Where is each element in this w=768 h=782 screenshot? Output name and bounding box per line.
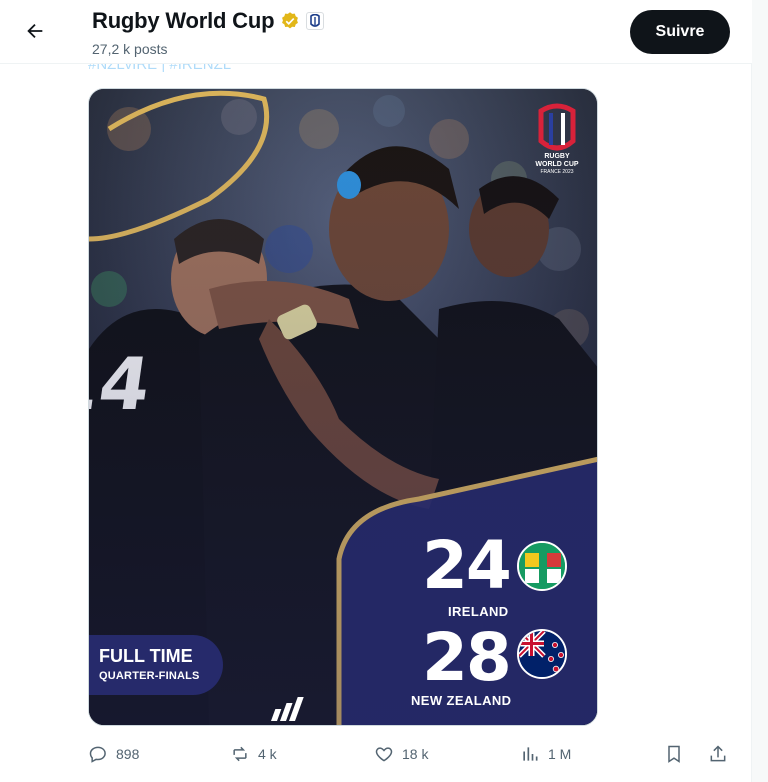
post-page: Rugby World Cup 27,2 k posts Suivre #NZL…	[0, 0, 752, 782]
new-zealand-score: 28	[422, 619, 512, 696]
like-count: 18 k	[402, 746, 429, 762]
full-time-label: FULL TIME	[99, 646, 193, 666]
reply-button[interactable]: 898	[88, 736, 139, 772]
profile-title-row: Rugby World Cup	[92, 8, 325, 34]
bookmark-icon	[668, 745, 680, 763]
like-button[interactable]: 18 k	[374, 736, 428, 772]
ireland-label: IRELAND	[448, 604, 509, 619]
repost-button[interactable]: 4 k	[230, 736, 277, 772]
rugby-logo-icon[interactable]	[306, 12, 325, 30]
logo-line-3: FRANCE 2023	[540, 169, 574, 175]
players-photo: 14	[89, 89, 597, 725]
follow-button[interactable]: Suivre	[630, 10, 730, 54]
new-zealand-label: NEW ZEALAND	[411, 693, 512, 708]
arrow-left-icon	[27, 23, 43, 39]
bookmark-button[interactable]	[664, 736, 684, 772]
stage-label: QUARTER-FINALS	[99, 670, 200, 682]
views-icon	[523, 747, 538, 761]
post-actions: 898 4 k 18 k 1 M	[88, 736, 740, 772]
posts-count: 27,2 k posts	[92, 41, 168, 57]
profile-header: Rugby World Cup 27,2 k posts Suivre	[0, 0, 752, 64]
logo-line-2: WORLD CUP	[535, 161, 579, 168]
views-button[interactable]: 1 M	[520, 736, 571, 772]
rwc-logo: RUGBY WORLD CUP FRANCE 2023	[527, 153, 587, 176]
account-name[interactable]: Rugby World Cup	[92, 8, 275, 34]
views-count: 1 M	[548, 746, 572, 762]
logo-line-1: RUGBY	[544, 153, 570, 160]
share-button[interactable]	[708, 736, 728, 772]
ireland-score: 24	[422, 527, 512, 604]
reply-count: 898	[116, 746, 140, 762]
reply-icon	[89, 746, 106, 763]
repost-count: 4 k	[258, 746, 277, 762]
back-button[interactable]	[18, 14, 52, 48]
share-icon	[710, 745, 726, 762]
repost-icon	[233, 746, 247, 762]
like-icon	[375, 747, 393, 762]
match-status-pill: FULL TIME QUARTER-FINALS	[89, 635, 223, 695]
verified-badge-icon[interactable]	[280, 11, 300, 31]
ireland-flag-icon	[517, 541, 567, 591]
new-zealand-flag-icon	[517, 629, 567, 679]
post-image[interactable]: 14 RUGBY WORLD CUP FRANCE 2023 24 IRELAN…	[88, 88, 598, 726]
